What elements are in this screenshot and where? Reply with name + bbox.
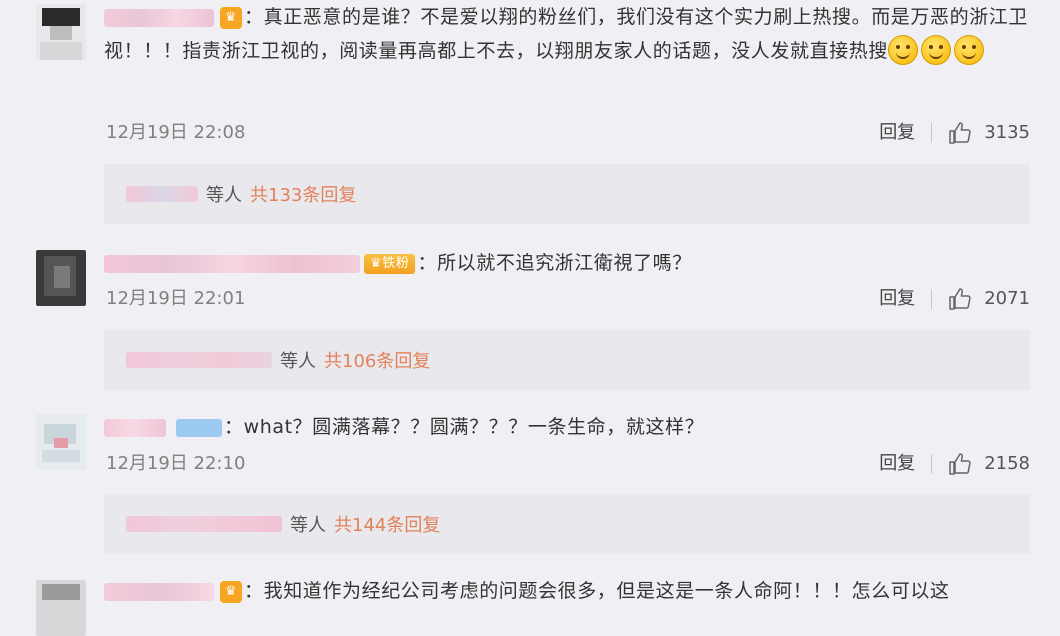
- replies-label: 等人: [280, 351, 316, 372]
- replies-summary[interactable]: 等人 共144条回复: [104, 494, 1030, 554]
- divider: [931, 289, 933, 309]
- comment-text: ：what？圆满落幕？？圆满？？？一条生命，就这样？: [104, 410, 1034, 444]
- smile-emoji-icon: [888, 34, 919, 65]
- divider: [931, 454, 933, 474]
- comment-text: ♛铁粉 ：所以就不追究浙江衛視了嗎？: [104, 246, 1034, 280]
- replies-summary[interactable]: 等人 共133条回复: [104, 164, 1030, 224]
- username-blurred[interactable]: [104, 582, 214, 601]
- reply-button[interactable]: 回复: [879, 118, 915, 148]
- like-count: 2158: [984, 453, 1030, 474]
- smile-emoji-icon: [954, 34, 985, 65]
- username-blurred[interactable]: [104, 418, 166, 437]
- divider: [931, 123, 933, 143]
- replies-label: 等人: [290, 515, 326, 536]
- comment-actions: 回复 2071: [879, 284, 1030, 314]
- thumbs-up-icon[interactable]: [948, 452, 972, 476]
- replies-total-link[interactable]: 共133条回复: [250, 181, 356, 207]
- replier-names-blurred: [126, 352, 272, 368]
- replier-names-blurred: [126, 186, 198, 202]
- like-count: 3135: [984, 122, 1030, 143]
- comment-text: ♛ ：真正恶意的是谁？不是爱以翔的粉丝们，我们没有这个实力刷上热搜。而是万恶的浙江…: [104, 0, 1034, 68]
- reply-button[interactable]: 回复: [879, 449, 915, 479]
- comment-meta: 12月19日 22:01 回复 2071: [104, 284, 1030, 314]
- like-count: 2071: [984, 288, 1030, 309]
- avatar[interactable]: [36, 580, 86, 636]
- replies-label: 等人: [206, 185, 242, 206]
- comment-meta: 12月19日 22:08 回复 3135: [104, 118, 1030, 148]
- comment-time: 12月19日 22:08: [106, 122, 246, 143]
- comment-text: ♛ ：我知道作为经纪公司考虑的问题会很多，但是这是一条人命阿！！！怎么可以这: [104, 574, 1034, 608]
- avatar[interactable]: [36, 4, 86, 60]
- comment-time: 12月19日 22:01: [106, 288, 246, 309]
- replies-total-link[interactable]: 共106条回复: [324, 347, 430, 373]
- avatar[interactable]: [36, 414, 86, 470]
- thumbs-up-icon[interactable]: [948, 121, 972, 145]
- username-blurred[interactable]: [104, 254, 360, 273]
- replies-total-link[interactable]: 共144条回复: [334, 511, 440, 537]
- reply-button[interactable]: 回复: [879, 284, 915, 314]
- crown-badge-icon: ♛: [220, 580, 242, 603]
- comment-actions: 回复 2158: [879, 449, 1030, 479]
- comment-meta: 12月19日 22:10 回复 2158: [104, 449, 1030, 479]
- iron-fan-badge: ♛铁粉: [364, 253, 416, 274]
- comment-actions: 回复 3135: [879, 118, 1030, 148]
- member-badge-blurred: [176, 418, 222, 437]
- smile-emoji-icon: [921, 34, 952, 65]
- replies-summary[interactable]: 等人 共106条回复: [104, 330, 1030, 390]
- thumbs-up-icon[interactable]: [948, 287, 972, 311]
- comment-time: 12月19日 22:10: [106, 453, 246, 474]
- crown-badge-icon: ♛: [220, 6, 242, 29]
- username-blurred[interactable]: [104, 8, 214, 27]
- avatar[interactable]: [36, 250, 86, 306]
- replier-names-blurred: [126, 516, 282, 532]
